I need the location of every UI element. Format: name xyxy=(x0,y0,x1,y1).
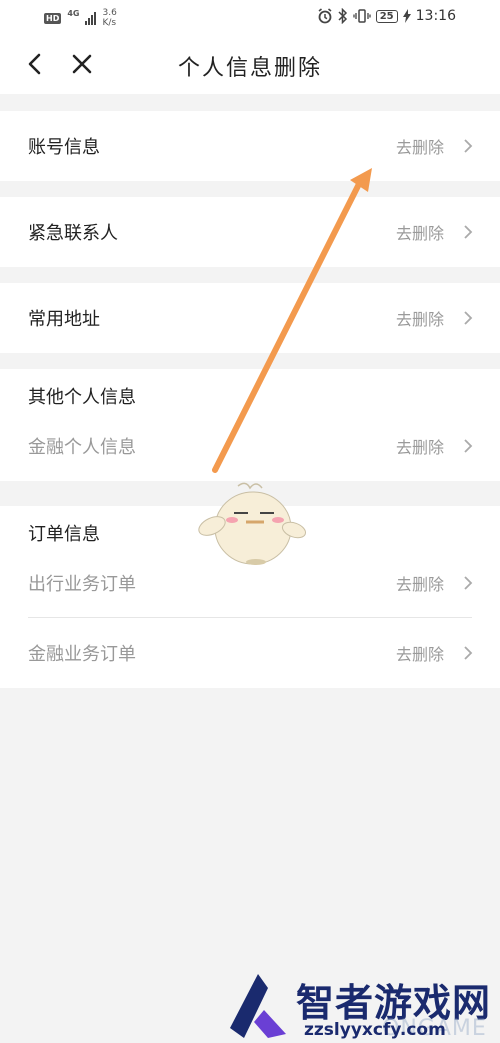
delete-link[interactable]: 去删除 xyxy=(396,434,444,458)
watermark-logo: 智者游戏网 ONGAME zzslyyxcfy.com xyxy=(222,970,500,1043)
hd-badge: HD xyxy=(44,12,62,24)
delete-link[interactable]: 去删除 xyxy=(396,220,444,244)
common-address-row[interactable]: 常用地址 去删除 xyxy=(0,283,500,353)
financial-order-label: 金融业务订单 xyxy=(28,644,136,665)
charging-icon xyxy=(402,9,411,23)
emergency-contact-row[interactable]: 紧急联系人 去删除 xyxy=(0,197,500,267)
vibrate-icon xyxy=(353,9,371,23)
alarm-icon xyxy=(318,8,332,24)
status-bar: HD 4G 3.6 K/s 25 13:16 xyxy=(0,0,500,36)
signal-icon xyxy=(85,11,97,25)
status-right: 25 13:16 xyxy=(317,8,456,24)
chevron-right-icon xyxy=(464,225,473,239)
financial-personal-info-label: 金融个人信息 xyxy=(28,437,136,458)
section-title: 其他个人信息 xyxy=(28,387,136,408)
network-type: 4G xyxy=(67,8,80,18)
common-address-label: 常用地址 xyxy=(28,309,100,330)
chevron-right-icon xyxy=(464,576,473,590)
chevron-right-icon xyxy=(464,311,473,325)
network-speed: 3.6 K/s xyxy=(102,8,116,28)
account-info-card: 账号信息 去删除 xyxy=(0,111,500,181)
delete-link[interactable]: 去删除 xyxy=(396,134,444,158)
emergency-contact-card: 紧急联系人 去删除 xyxy=(0,197,500,267)
financial-order-row[interactable]: 金融业务订单 去删除 xyxy=(0,618,500,688)
watermark-url: zzslyyxcfy.com xyxy=(304,1020,446,1040)
emergency-contact-label: 紧急联系人 xyxy=(28,223,118,244)
chevron-right-icon xyxy=(464,439,473,453)
chevron-right-icon xyxy=(464,646,473,660)
delete-link[interactable]: 去删除 xyxy=(396,641,444,665)
nav-bar: 个人信息删除 xyxy=(0,36,500,94)
delete-link[interactable]: 去删除 xyxy=(396,306,444,330)
account-info-row[interactable]: 账号信息 去删除 xyxy=(0,111,500,181)
account-info-label: 账号信息 xyxy=(28,137,100,158)
travel-order-label: 出行业务订单 xyxy=(28,574,136,595)
battery-level: 25 xyxy=(375,9,398,23)
mascot-image xyxy=(198,482,307,565)
common-address-card: 常用地址 去删除 xyxy=(0,283,500,353)
speed-value: 3.6 xyxy=(102,8,117,18)
chevron-right-icon xyxy=(464,139,473,153)
other-personal-info-card: 其他个人信息 金融个人信息 去删除 xyxy=(0,369,500,481)
delete-link[interactable]: 去删除 xyxy=(396,571,444,595)
status-time: 13:16 xyxy=(415,8,456,24)
page-title: 个人信息删除 xyxy=(177,56,322,81)
financial-personal-info-row[interactable]: 金融个人信息 去删除 xyxy=(0,411,500,481)
bluetooth-icon xyxy=(338,8,347,24)
status-left: HD 4G 3.6 K/s xyxy=(44,8,117,28)
speed-unit: K/s xyxy=(102,18,117,28)
brand-logo-icon xyxy=(230,974,286,1038)
